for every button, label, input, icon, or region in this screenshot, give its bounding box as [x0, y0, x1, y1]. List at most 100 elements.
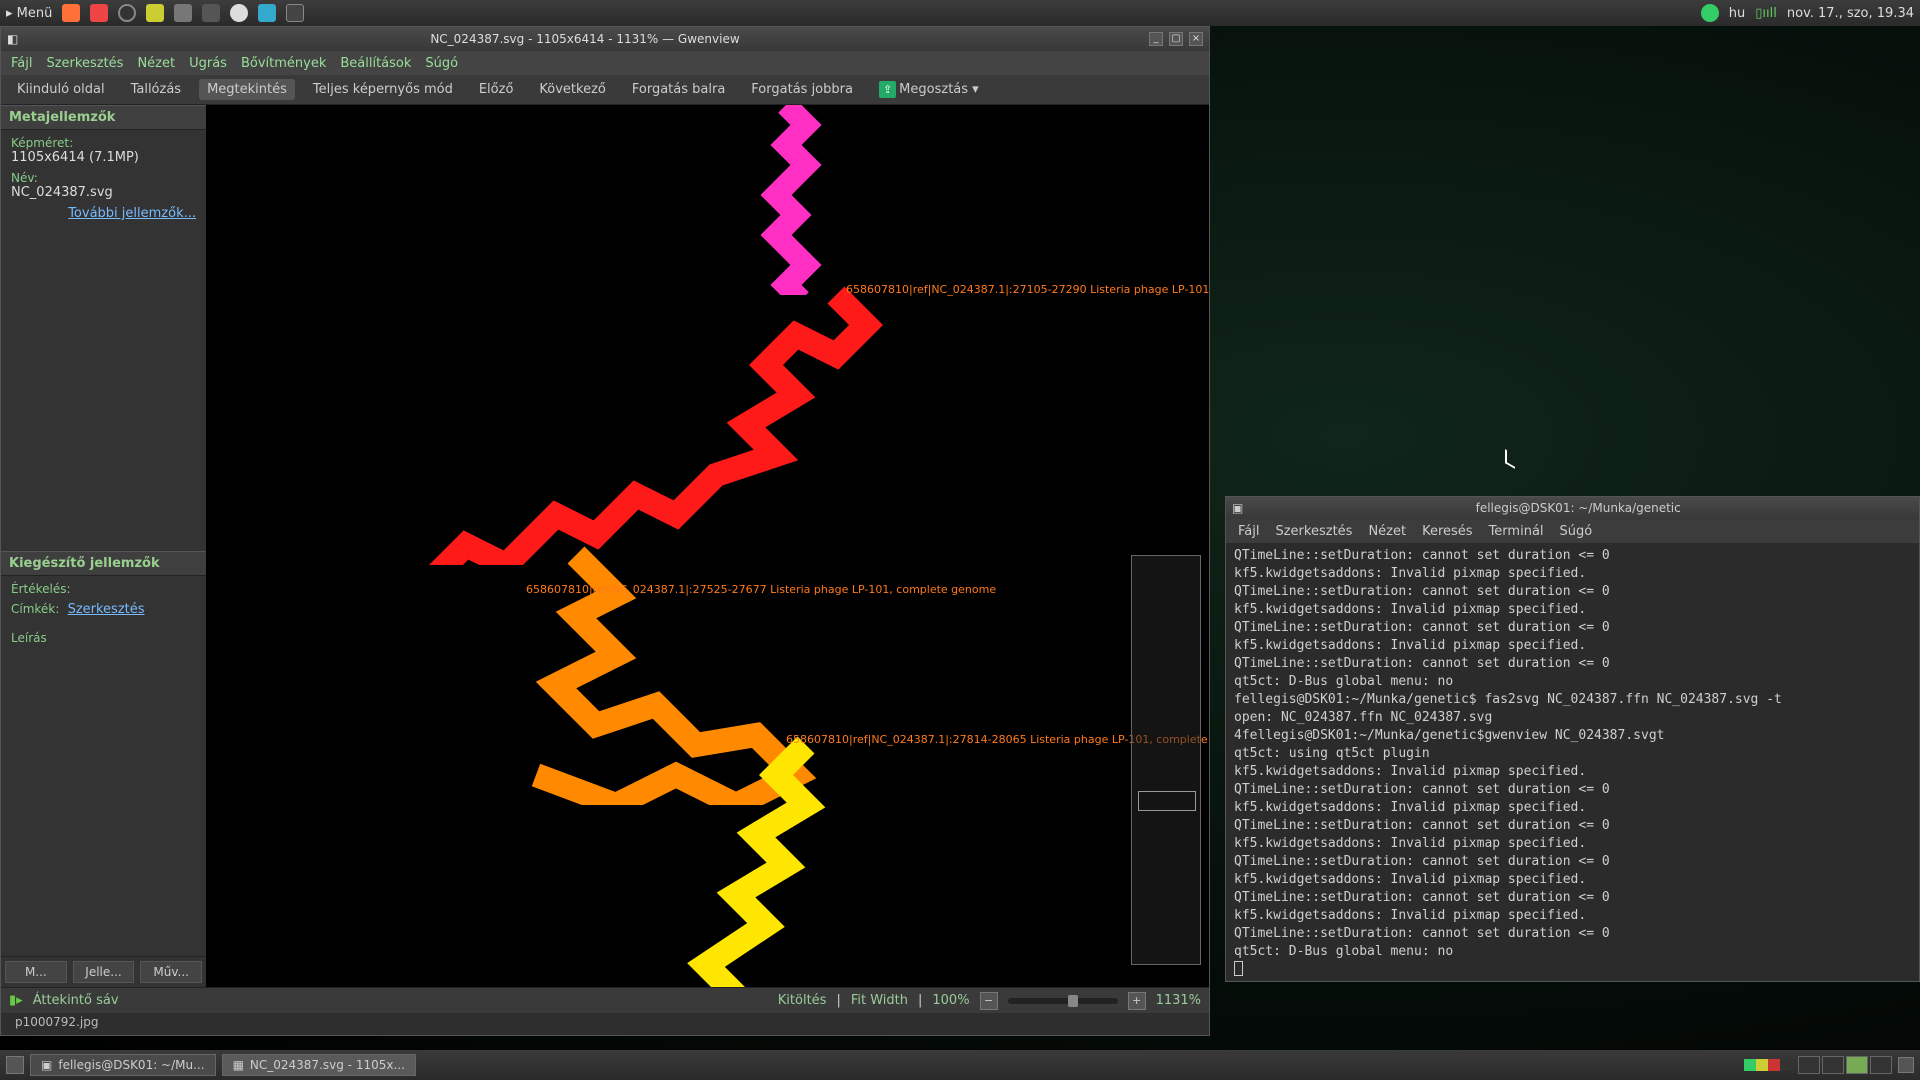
app-icon-9[interactable]	[286, 4, 304, 22]
genome-path-magenta	[726, 105, 866, 295]
minimize-button[interactable]: _	[1149, 32, 1163, 46]
app-icon-3[interactable]	[118, 4, 136, 22]
workspace-pager[interactable]	[1798, 1056, 1892, 1074]
workspace-1[interactable]	[1798, 1056, 1820, 1074]
terminal-icon: ▣	[1232, 501, 1243, 515]
genome-path-red	[416, 275, 916, 565]
tb-rotate-left[interactable]: Forgatás balra	[624, 79, 733, 100]
rating-label: Értékelés:	[11, 582, 196, 596]
term-menu-view[interactable]: Nézet	[1368, 524, 1406, 539]
firefox-icon[interactable]	[62, 4, 80, 22]
genome-path-yellow	[556, 725, 856, 987]
genome-label-1: 658607810|ref|NC_024387.1|:27105-27290 L…	[846, 283, 1209, 296]
zoom-100[interactable]: 100%	[932, 993, 969, 1008]
zoom-out-button[interactable]: −	[980, 992, 998, 1010]
app-icon-6[interactable]	[202, 4, 220, 22]
share-icon: ⇪	[879, 81, 896, 98]
tb-browse[interactable]: Tallózás	[123, 79, 190, 100]
menu-view[interactable]: Nézet	[137, 56, 175, 71]
tb-start-page[interactable]: Kiinduló oldal	[9, 79, 113, 100]
menu-edit[interactable]: Szerkesztés	[46, 56, 123, 71]
menu-settings[interactable]: Beállítások	[340, 56, 411, 71]
app-icon: ◧	[7, 32, 27, 46]
close-button[interactable]: ×	[1189, 32, 1203, 46]
zoom-fit-width[interactable]: Fit Width	[851, 993, 908, 1008]
gwenview-statusbar: ▮▸ Áttekintő sáv Kitöltés | Fit Width | …	[1, 987, 1209, 1013]
tags-label: Címkék:	[11, 602, 59, 616]
menu-go[interactable]: Ugrás	[189, 56, 227, 71]
term-menu-terminal[interactable]: Terminál	[1489, 524, 1544, 539]
zoom-fill[interactable]: Kitöltés	[778, 993, 827, 1008]
gwenview-toolbar: Kiinduló oldal Tallózás Megtekintés Telj…	[1, 75, 1209, 105]
gwenview-sidebar: Metajellemzők Képméret: 1105x6414 (7.1MP…	[1, 105, 206, 987]
image-name-label: Név:	[11, 171, 196, 185]
workspace-4[interactable]	[1870, 1056, 1892, 1074]
bluetooth-icon[interactable]	[1701, 4, 1719, 22]
menu-file[interactable]: Fájl	[11, 56, 32, 71]
filestrip-filename[interactable]: p1000792.jpg	[1, 1013, 1209, 1035]
app-icon-2[interactable]	[90, 4, 108, 22]
maximize-button[interactable]: ▢	[1169, 32, 1183, 46]
sidebar-tab-ops[interactable]: Műv...	[140, 961, 202, 983]
sidebar-tab-info[interactable]: Jelle...	[73, 961, 135, 983]
extra-section-title: Kiegészítő jellemzők	[1, 551, 206, 576]
image-name-value: NC_024387.svg	[11, 185, 196, 200]
app-icon-5[interactable]	[174, 4, 192, 22]
clock[interactable]: nov. 17., szo, 19.34	[1787, 6, 1914, 21]
sidebar-tab-folders[interactable]: M...	[5, 961, 67, 983]
zoom-value: 1131%	[1156, 993, 1201, 1008]
terminal-title: fellegis@DSK01: ~/Munka/genetic	[1243, 501, 1913, 515]
term-menu-file[interactable]: Fájl	[1238, 524, 1259, 539]
app-icon-7[interactable]	[230, 4, 248, 22]
keyboard-layout-indicator[interactable]: hu	[1729, 6, 1745, 21]
gwenview-titlebar[interactable]: ◧ NC_024387.svg - 1105x6414 - 1131% — Gw…	[1, 27, 1209, 51]
terminal-window: ▣ fellegis@DSK01: ~/Munka/genetic Fájl S…	[1225, 496, 1920, 982]
birds-eye-view[interactable]	[1131, 555, 1201, 965]
workspace-3[interactable]	[1846, 1056, 1868, 1074]
term-menu-help[interactable]: Súgó	[1560, 524, 1593, 539]
app-icon-4[interactable]	[146, 4, 164, 22]
genome-label-2: 658607810|ref|NC_024387.1|:27525-27677 L…	[526, 583, 996, 596]
term-menu-search[interactable]: Keresés	[1422, 524, 1472, 539]
sidebar-tabs: M... Jelle... Műv...	[1, 956, 206, 987]
birds-eye-viewport[interactable]	[1138, 791, 1196, 811]
terminal-icon: ▣	[41, 1058, 52, 1072]
color-picker-tray[interactable]	[1744, 1059, 1792, 1071]
tb-view[interactable]: Megtekintés	[199, 79, 295, 100]
thumbnail-bar-toggle[interactable]: Áttekintő sáv	[33, 993, 119, 1008]
tb-next[interactable]: Következő	[531, 79, 613, 100]
zoom-in-button[interactable]: +	[1128, 992, 1146, 1010]
start-menu-button[interactable]: ▸ Menü	[6, 6, 52, 21]
gwenview-window: ◧ NC_024387.svg - 1105x6414 - 1131% — Gw…	[0, 26, 1210, 1036]
menu-help[interactable]: Súgó	[425, 56, 458, 71]
terminal-titlebar[interactable]: ▣ fellegis@DSK01: ~/Munka/genetic	[1226, 497, 1919, 519]
tray-icon[interactable]	[1898, 1057, 1914, 1073]
tb-share[interactable]: ⇪Megosztás ▾	[871, 79, 987, 100]
more-properties-link[interactable]: További jellemzők...	[68, 206, 196, 221]
taskbar: ▣fellegis@DSK01: ~/Mu... ▦NC_024387.svg …	[0, 1050, 1920, 1080]
thumbnail-bar-toggle-icon[interactable]: ▮▸	[9, 993, 23, 1008]
menu-plugins[interactable]: Bővítmények	[241, 56, 326, 71]
terminal-menubar: Fájl Szerkesztés Nézet Keresés Terminál …	[1226, 519, 1919, 543]
image-size-value: 1105x6414 (7.1MP)	[11, 150, 196, 165]
tags-edit-link[interactable]: Szerkesztés	[68, 602, 145, 617]
tb-prev[interactable]: Előző	[471, 79, 522, 100]
zoom-slider[interactable]	[1008, 998, 1118, 1004]
tb-rotate-right[interactable]: Forgatás jobbra	[743, 79, 861, 100]
image-icon: ▦	[233, 1058, 244, 1072]
tb-fullscreen[interactable]: Teljes képernyős mód	[305, 79, 461, 100]
image-viewport[interactable]: 658607810|ref|NC_024387.1|:27105-27290 L…	[206, 105, 1209, 987]
workspace-2[interactable]	[1822, 1056, 1844, 1074]
image-size-label: Képméret:	[11, 136, 196, 150]
meta-section-title: Metajellemzők	[1, 105, 206, 130]
app-icon-8[interactable]	[258, 4, 276, 22]
terminal-output[interactable]: QTimeLine::setDuration: cannot set durat…	[1226, 543, 1919, 981]
taskbar-task-gwenview[interactable]: ▦NC_024387.svg - 1105x...	[222, 1054, 416, 1076]
term-menu-edit[interactable]: Szerkesztés	[1275, 524, 1352, 539]
window-title: NC_024387.svg - 1105x6414 - 1131% — Gwen…	[27, 32, 1143, 46]
network-icon[interactable]: ▯ııll	[1755, 6, 1777, 21]
show-desktop-button[interactable]	[6, 1056, 24, 1074]
top-panel: ▸ Menü hu ▯ııll nov. 17., szo, 19.34	[0, 0, 1920, 26]
mouse-cursor-icon	[1505, 452, 1517, 470]
taskbar-task-terminal[interactable]: ▣fellegis@DSK01: ~/Mu...	[30, 1054, 216, 1076]
